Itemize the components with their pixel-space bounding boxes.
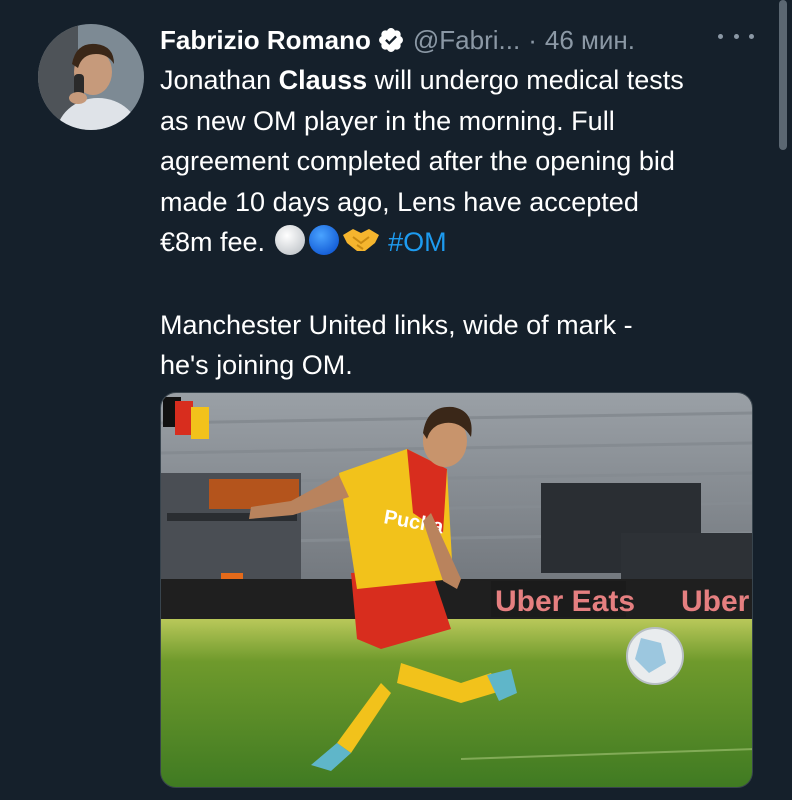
tweet[interactable]: Fabrizio Romano @Fabri... · 46 мин. Jona… — [0, 0, 792, 800]
separator-dot: · — [528, 24, 537, 55]
hashtag-link[interactable]: #OM — [388, 227, 447, 257]
text-segment: Jonathan — [160, 65, 279, 95]
author-name[interactable]: Fabrizio Romano — [160, 25, 371, 56]
verified-badge-icon — [377, 26, 405, 54]
author-handle[interactable]: @Fabri... — [413, 25, 520, 56]
white-circle-emoji-icon — [273, 223, 307, 269]
tweet-timestamp[interactable]: 46 мин. — [545, 25, 635, 56]
tweet-header: Fabrizio Romano @Fabri... · 46 мин. — [160, 20, 635, 60]
text-bold-segment: Clauss — [278, 65, 368, 95]
tweet-media-photo[interactable]: Uber Eats Uber Pucha — [160, 392, 753, 788]
tweet-line: agreement completed after the opening bi… — [160, 146, 675, 176]
blue-circle-emoji-icon — [307, 223, 341, 269]
ad-board-uber: Uber — [681, 585, 750, 618]
scrollbar-thumb[interactable] — [779, 0, 787, 150]
tweet-line: Jonathan Clauss will undergo medical tes… — [160, 60, 770, 101]
tweet-line: as new OM player in the morning. Full — [160, 105, 615, 136]
tweet-line: €8m fee. #OM — [160, 222, 770, 269]
avatar[interactable] — [38, 24, 144, 130]
tweet-line: made 10 days ago, Lens have accepted — [160, 186, 639, 217]
ad-board-ubereats: Uber Eats — [495, 585, 635, 618]
more-horizontal-icon[interactable] — [718, 22, 754, 50]
handshake-emoji-icon — [341, 223, 381, 269]
text-segment: €8m fee. — [160, 227, 273, 257]
tweet-line: he's joining OM. — [160, 350, 353, 380]
tweet-text: Jonathan Clauss will undergo medical tes… — [160, 60, 770, 386]
text-segment: will undergo medical tests — [367, 65, 684, 95]
tweet-line: Manchester United links, wide of mark - — [160, 309, 633, 340]
